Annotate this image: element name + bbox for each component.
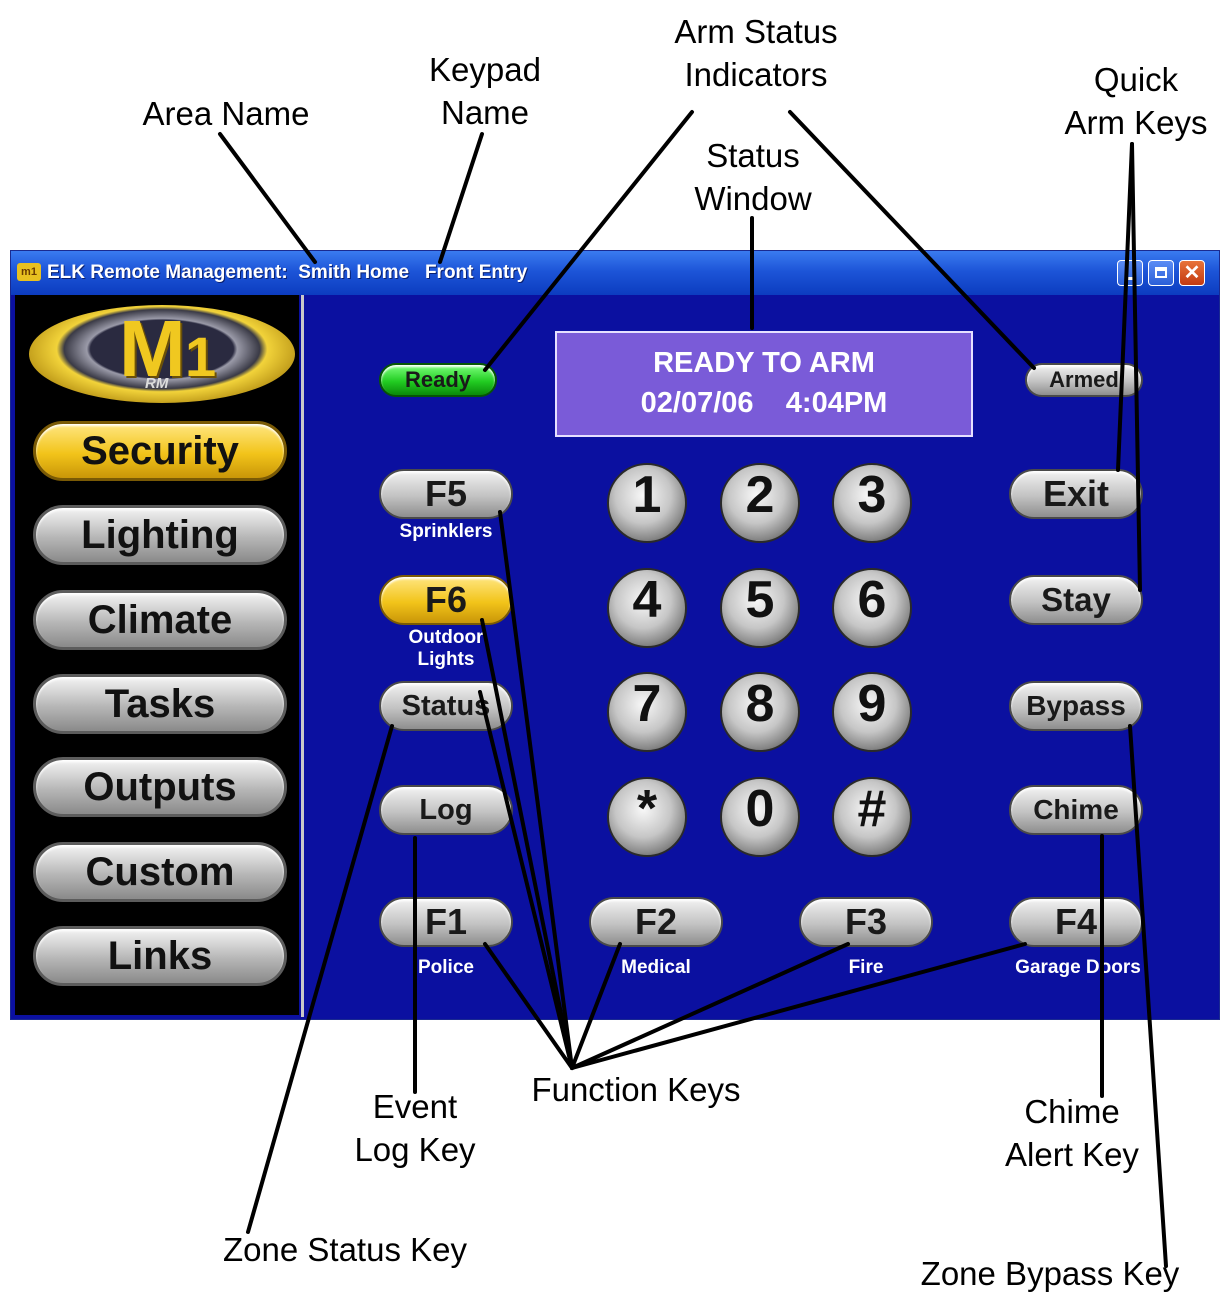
keypad-8[interactable]: 8 — [720, 672, 800, 752]
sidebar-item-custom[interactable]: Custom — [33, 842, 287, 902]
callout-chime-alert-key: Chime Alert Key — [1005, 1093, 1139, 1173]
keypad-6[interactable]: 6 — [832, 568, 912, 648]
status-line-1: READY TO ARM — [653, 347, 875, 379]
f3-label: Fire — [848, 957, 884, 978]
app-window: m1 ELK Remote Management: Smith Home Fro… — [10, 250, 1220, 1020]
keypad-star[interactable]: * — [607, 777, 687, 857]
callout-area-name: Area Name — [142, 95, 310, 132]
exit-button[interactable]: Exit — [1009, 469, 1143, 519]
keypad-9[interactable]: 9 — [832, 672, 912, 752]
sidebar-item-climate[interactable]: Climate — [33, 590, 287, 650]
keypad-4[interactable]: 4 — [607, 568, 687, 648]
close-button[interactable]: ✕ — [1179, 260, 1205, 286]
f1-label: Police — [418, 957, 474, 978]
chime-button[interactable]: Chime — [1009, 785, 1143, 835]
f3-button[interactable]: F3 — [799, 897, 933, 947]
f5-label: Sprinklers — [399, 521, 493, 542]
sidebar-divider — [301, 295, 304, 1017]
sidebar-item-tasks[interactable]: Tasks — [33, 674, 287, 734]
f1-button[interactable]: F1 — [379, 897, 513, 947]
callout-zone-bypass-key: Zone Bypass Key — [920, 1255, 1180, 1292]
callout-zone-status-key: Zone Status Key — [223, 1231, 467, 1268]
f6-label: Outdoor Lights — [408, 627, 484, 670]
title-bar: m1 ELK Remote Management: Smith Home Fro… — [11, 251, 1219, 295]
logo-rm: RM — [145, 375, 169, 392]
armed-indicator: Armed — [1025, 363, 1143, 397]
callout-arm-status-indicators: Arm Status Indicators — [674, 13, 838, 93]
callout-function-keys: Function Keys — [531, 1071, 741, 1108]
m1-logo: M 1 RM — [29, 305, 295, 403]
window-title: ELK Remote Management: Smith Home Front … — [47, 262, 528, 283]
stay-button[interactable]: Stay — [1009, 575, 1143, 625]
callout-keypad-name: Keypad Name — [429, 51, 541, 131]
sidebar: M 1 RM Security Lighting Climate Tasks O… — [15, 295, 299, 1015]
callout-event-log-key: Event Log Key — [354, 1088, 476, 1168]
f5-button[interactable]: F5 — [379, 469, 513, 519]
zone-status-button[interactable]: Status — [379, 681, 513, 731]
callout-quick-arm-keys: Quick Arm Keys — [1064, 61, 1208, 141]
f6-button[interactable]: F6 — [379, 575, 513, 625]
callout-status-window: Status Window — [694, 137, 812, 217]
sidebar-item-outputs[interactable]: Outputs — [33, 757, 287, 817]
f2-button[interactable]: F2 — [589, 897, 723, 947]
keypad-5[interactable]: 5 — [720, 568, 800, 648]
keypad-hash[interactable]: # — [832, 777, 912, 857]
status-window: READY TO ARM 02/07/06 4:04PM — [555, 331, 973, 437]
maximize-button[interactable] — [1148, 260, 1174, 286]
sidebar-item-lighting[interactable]: Lighting — [33, 505, 287, 565]
sidebar-item-security[interactable]: Security — [33, 421, 287, 481]
f2-label: Medical — [621, 957, 691, 978]
bypass-button[interactable]: Bypass — [1009, 681, 1143, 731]
ready-indicator: Ready — [379, 363, 497, 397]
sidebar-item-links[interactable]: Links — [33, 926, 287, 986]
keypad-7[interactable]: 7 — [607, 672, 687, 752]
minimize-button[interactable] — [1117, 260, 1143, 286]
app-icon: m1 — [17, 263, 41, 281]
keypad-1[interactable]: 1 — [607, 463, 687, 543]
f4-button[interactable]: F4 — [1009, 897, 1143, 947]
keypad-3[interactable]: 3 — [832, 463, 912, 543]
event-log-button[interactable]: Log — [379, 785, 513, 835]
f4-label: Garage Doors — [1015, 957, 1141, 978]
status-line-2: 02/07/06 4:04PM — [640, 387, 888, 419]
keypad-0[interactable]: 0 — [720, 777, 800, 857]
logo-number: 1 — [185, 325, 217, 388]
keypad-2[interactable]: 2 — [720, 463, 800, 543]
